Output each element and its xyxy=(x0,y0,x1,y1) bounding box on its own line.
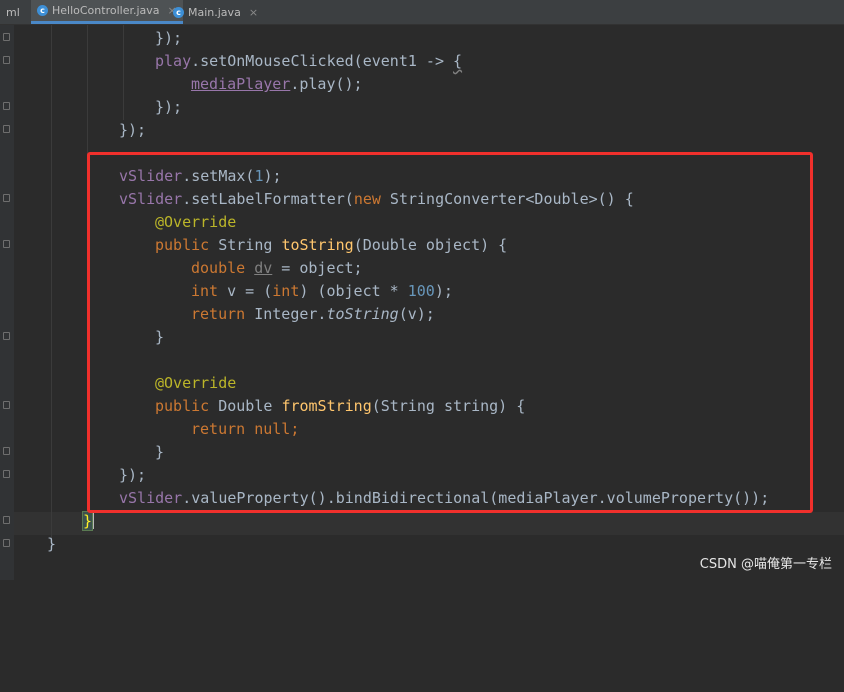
watermark: CSDN @喵俺第一专栏 xyxy=(699,557,832,572)
current-line-highlight xyxy=(14,512,844,535)
fold-marker-icon[interactable] xyxy=(3,56,10,64)
class-icon: c xyxy=(37,5,48,16)
fold-marker-icon[interactable] xyxy=(3,33,10,41)
fold-marker-icon[interactable] xyxy=(3,447,10,455)
code-line: mediaPlayer.play(); xyxy=(191,75,363,93)
fold-marker-icon[interactable] xyxy=(3,125,10,133)
editor-gutter[interactable] xyxy=(0,25,14,580)
fold-marker-icon[interactable] xyxy=(3,539,10,547)
fold-marker-icon[interactable] xyxy=(3,102,10,110)
code-line: }); xyxy=(155,29,183,47)
tab-fxml[interactable]: ml xyxy=(0,0,26,24)
tab-label: HelloController.java xyxy=(52,4,160,17)
code-line: play.setOnMouseClicked(event1 -> { xyxy=(155,52,463,70)
fold-marker-icon[interactable] xyxy=(3,194,10,202)
editor-tab-bar: ml c HelloController.java × c Main.java … xyxy=(0,0,844,25)
text-caret xyxy=(92,511,95,529)
fold-marker-icon[interactable] xyxy=(3,240,10,248)
class-icon: c xyxy=(173,6,184,18)
fold-marker-icon[interactable] xyxy=(3,401,10,409)
indent-guide xyxy=(51,25,52,545)
close-icon[interactable]: × xyxy=(249,6,258,19)
tab-hello-controller[interactable]: c HelloController.java × xyxy=(31,0,183,24)
tab-label: ml xyxy=(6,5,20,19)
code-line: }); xyxy=(155,98,183,116)
tab-label: Main.java xyxy=(188,5,241,19)
code-line: } xyxy=(47,535,57,553)
highlight-annotation-box xyxy=(87,152,813,513)
tab-main[interactable]: c Main.java × xyxy=(167,0,264,24)
fold-marker-icon[interactable] xyxy=(3,470,10,478)
fold-marker-icon[interactable] xyxy=(3,332,10,340)
code-line: } xyxy=(81,511,95,531)
indent-guide xyxy=(123,25,124,120)
fold-marker-icon[interactable] xyxy=(3,516,10,524)
code-line: }); xyxy=(119,121,147,139)
